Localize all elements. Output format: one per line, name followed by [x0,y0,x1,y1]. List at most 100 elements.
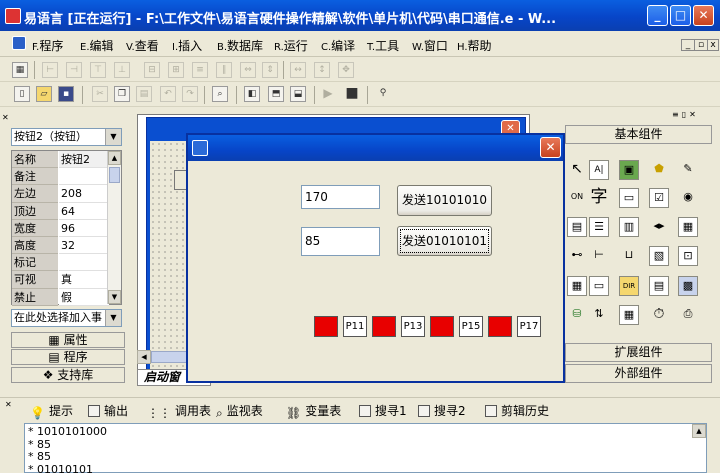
property-row[interactable]: 左边 208 [12,185,109,203]
running-window-close-button[interactable]: ✕ [540,137,561,158]
mdi-minimize-button[interactable]: _ [681,39,695,51]
run-icon[interactable]: ▶ [320,86,336,102]
menu-window[interactable]: W.窗口 [412,37,448,54]
property-row[interactable]: 备注 [12,168,109,186]
panel-close-icon[interactable]: ✕ [2,113,9,123]
label-abbr-icon[interactable]: ON [567,188,587,208]
designer-hscroll-thumb[interactable] [151,351,187,363]
text-component-icon[interactable]: 字 [589,188,609,208]
maximize-button[interactable]: □ [670,5,691,26]
tab-hint[interactable]: 💡 提示 [30,402,73,420]
copy-icon[interactable]: ❐ [114,86,130,102]
layout-top-icon[interactable]: ⬒ [268,86,284,102]
groupbox-icon[interactable]: ▤ [567,217,587,237]
hscrollbar-icon[interactable]: ◂▸ [649,217,669,237]
tab-control-icon[interactable]: ⊡ [678,246,698,266]
frame-icon[interactable]: ▦ [678,217,698,237]
radio-component-icon[interactable]: ◉ [678,188,698,208]
send-01010101-button[interactable]: 发送01010101 [397,226,492,256]
same-width-icon[interactable]: ≡ [192,62,208,78]
menu-help[interactable]: H.帮助 [457,37,492,54]
redo-icon[interactable]: ↷ [182,86,198,102]
property-row[interactable]: 高度 32 [12,237,109,255]
cut-icon[interactable]: ✂ [92,86,108,102]
trackbar-icon[interactable]: ⊢ [589,246,609,266]
property-row[interactable]: 禁止假 [12,288,109,306]
scroll-up-icon[interactable]: ▲ [108,151,121,165]
save-icon[interactable]: ▪ [58,86,74,102]
progress-icon[interactable]: ⊔ [619,246,639,266]
tab-clip-history[interactable]: 剪辑历史 [485,402,549,419]
tab-watch[interactable]: ⌕ 监视表 [216,402,263,420]
grid-icon[interactable]: ▦ [12,62,28,78]
align-top-icon[interactable]: ⊤ [90,62,106,78]
width-fit-icon[interactable]: ↔ [290,62,306,78]
value-input-1[interactable]: 170 [301,185,380,209]
property-row[interactable]: 宽度 96 [12,219,109,237]
color-picker-icon[interactable]: ▩ [678,276,698,296]
shape-component-icon[interactable]: ⬟ [649,160,669,180]
tab-output[interactable]: 输出 [88,402,128,419]
layout-left-icon[interactable]: ◧ [244,86,260,102]
external-components-header[interactable]: 外部组件 [565,364,712,383]
slider-icon[interactable]: ⊷ [567,246,587,266]
center-vertical-icon[interactable]: ⊞ [168,62,184,78]
align-bottom-icon[interactable]: ⊥ [114,62,130,78]
open-folder-icon[interactable]: ▱ [36,86,52,102]
scroll-up-icon[interactable]: ▲ [692,424,706,438]
checkbox-component-icon[interactable]: ☑ [649,188,669,208]
event-select[interactable]: 在此处选择加入事 ▼ [11,309,122,327]
scroll-thumb[interactable] [109,167,120,183]
folder-component-icon[interactable]: DIR [619,276,639,296]
align-right-icon[interactable]: ⊣ [66,62,82,78]
chevron-down-icon[interactable]: ▼ [105,129,121,145]
panel-controls[interactable]: ≡▯✕ [672,110,712,120]
height-fit-icon[interactable]: ↕ [314,62,330,78]
layout-bottom-icon[interactable]: ⬓ [290,86,306,102]
network-icon[interactable]: ⛁ [567,305,587,325]
find-icon[interactable]: ⌕ [212,86,228,102]
align-left-icon[interactable]: ⊢ [42,62,58,78]
chevron-down-icon[interactable]: ▼ [105,310,121,326]
calendar-icon[interactable]: ▦ [619,305,639,325]
scroll-down-icon[interactable]: ▼ [108,290,121,304]
close-button[interactable]: ✕ [693,5,714,26]
menu-edit[interactable]: E.编辑 [80,37,114,54]
menu-tools[interactable]: T.工具 [367,37,399,54]
scroll-left-icon[interactable]: ◀ [137,350,151,364]
space-vertical-icon[interactable]: ⇕ [262,62,278,78]
size-fit-icon[interactable]: ✥ [338,62,354,78]
button-component-icon[interactable]: ▭ [619,188,639,208]
output-text-area[interactable]: * 1010101000 * 85 * 85 * 01010101 ▲ [24,423,707,473]
binoculars-icon[interactable]: ⚲ [375,86,391,102]
send-10101010-button[interactable]: 发送10101010 [397,185,492,216]
menu-database[interactable]: B.数据库 [217,37,263,54]
combobox-icon[interactable]: ▥ [619,217,639,237]
menu-view[interactable]: V.查看 [126,37,159,54]
paste-icon[interactable]: ▤ [136,86,152,102]
menu-run[interactable]: R.运行 [274,37,308,54]
property-row[interactable]: 顶边 64 [12,202,109,220]
table-component-icon[interactable]: ▭ [589,276,609,296]
picture-list-icon[interactable]: ▧ [649,246,669,266]
pointer-icon[interactable]: ↖ [567,160,587,180]
menu-compile[interactable]: C.编译 [321,37,355,54]
space-horizontal-icon[interactable]: ⇔ [240,62,256,78]
extended-components-header[interactable]: 扩展组件 [565,343,712,362]
mdi-restore-button[interactable]: ▫ [694,39,708,51]
label-component-icon[interactable]: A| [589,160,609,180]
property-row[interactable]: 名称 按钮2 [12,151,109,169]
same-height-icon[interactable]: ∥ [216,62,232,78]
value-input-2[interactable]: 85 [301,227,380,256]
undo-icon[interactable]: ↶ [160,86,176,102]
center-horizontal-icon[interactable]: ⊟ [144,62,160,78]
basic-components-header[interactable]: 基本组件 [565,125,712,144]
tab-call-stack[interactable]: ⋮⋮ 调用表 [147,402,211,420]
tab-variables[interactable]: ⛓ 变量表 [286,402,341,420]
new-file-icon[interactable]: ▯ [14,86,30,102]
document-component-icon[interactable]: ▤ [649,276,669,296]
menu-program[interactable]: F.程序 [32,37,63,54]
tab-support-library[interactable]: ❖ 支持库 [11,367,125,383]
tab-properties[interactable]: ▦ 属性 [11,332,125,348]
mdi-close-button[interactable]: x [707,39,719,51]
